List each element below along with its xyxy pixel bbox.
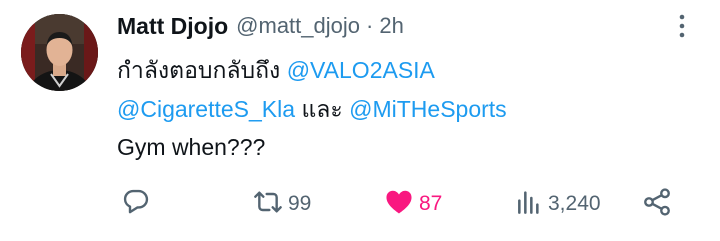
timestamp[interactable]: 2h bbox=[379, 13, 403, 39]
reply-prefix: กำลังตอบกลับถึง bbox=[117, 57, 281, 83]
mention-link[interactable]: @CigaretteS_Kla bbox=[117, 96, 295, 122]
view-count: 3,240 bbox=[548, 192, 601, 215]
avatar[interactable] bbox=[21, 14, 98, 91]
user-handle[interactable]: @matt_djojo bbox=[236, 13, 360, 39]
share-icon bbox=[641, 186, 673, 223]
reply-button[interactable] bbox=[120, 186, 156, 222]
retweet-button[interactable]: 99 bbox=[252, 186, 311, 222]
display-name[interactable]: Matt Djojo bbox=[117, 13, 228, 40]
heart-icon bbox=[383, 186, 415, 223]
share-button[interactable] bbox=[641, 186, 673, 222]
tweet-text: Gym when??? bbox=[117, 134, 266, 160]
reply-icon bbox=[120, 186, 152, 223]
mention-link[interactable]: @VALO2ASIA bbox=[287, 57, 435, 83]
retweet-icon bbox=[252, 186, 284, 223]
like-count: 87 bbox=[419, 192, 443, 215]
separator-dot: · bbox=[366, 13, 374, 38]
conjunction: และ bbox=[301, 96, 343, 122]
action-bar: 99 87 3,240 bbox=[0, 186, 720, 222]
views-button[interactable]: 3,240 bbox=[512, 186, 601, 222]
mention-link[interactable]: @MiTHeSports bbox=[349, 96, 507, 122]
more-vertical-icon[interactable] bbox=[667, 11, 697, 41]
reply-context-continued: @CigaretteS_Kla และ @MiTHeSports bbox=[117, 92, 507, 128]
reply-context: กำลังตอบกลับถึง @VALO2ASIA bbox=[117, 53, 435, 89]
tweet-card[interactable]: Matt Djojo @matt_djojo · 2h กำลังตอบกลับ… bbox=[0, 0, 720, 241]
retweet-count: 99 bbox=[288, 192, 312, 215]
views-icon bbox=[512, 186, 544, 223]
tweet-header: Matt Djojo @matt_djojo · 2h bbox=[117, 10, 700, 42]
like-button[interactable]: 87 bbox=[383, 186, 442, 222]
